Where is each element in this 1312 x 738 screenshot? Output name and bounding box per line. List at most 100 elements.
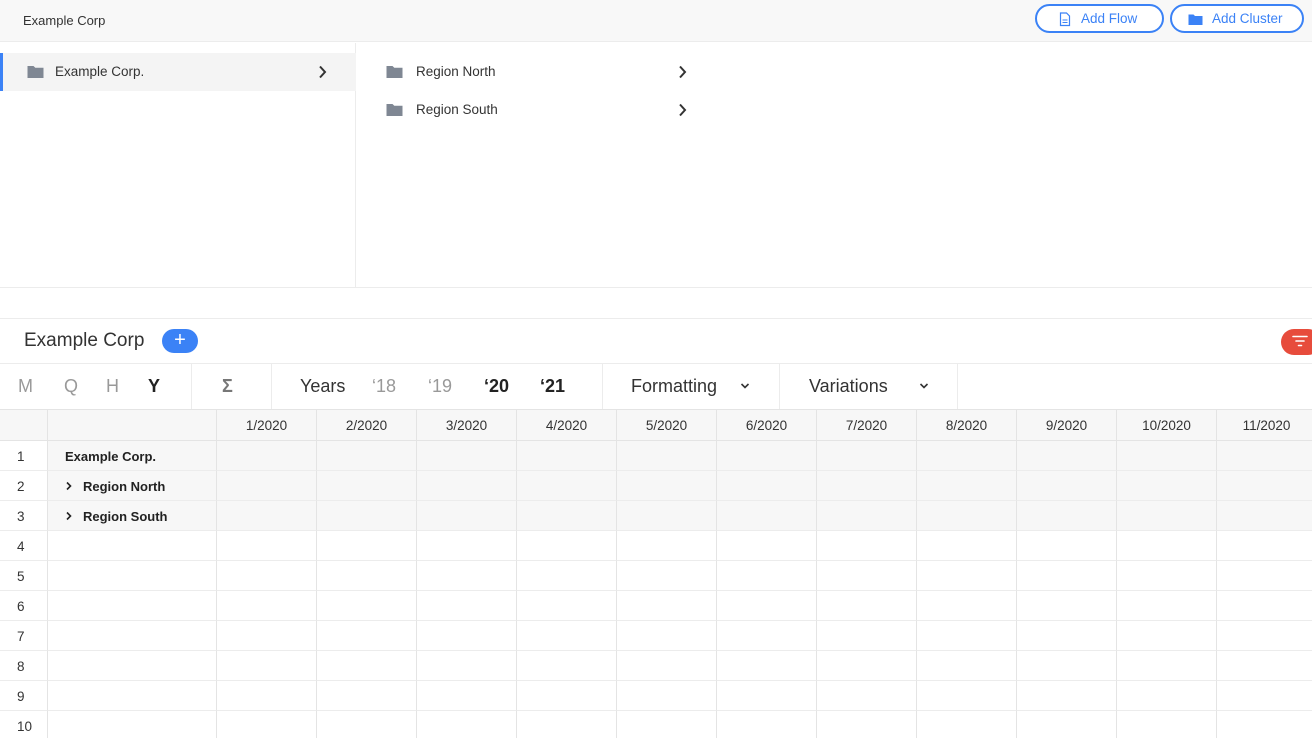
data-cell[interactable] (717, 471, 817, 501)
column-header[interactable]: 4/2020 (517, 410, 617, 441)
data-cell[interactable] (617, 681, 717, 711)
column-header[interactable]: 10/2020 (1117, 410, 1217, 441)
column-header[interactable]: 8/2020 (917, 410, 1017, 441)
row-label-cell[interactable] (48, 561, 217, 591)
data-cell[interactable] (617, 651, 717, 681)
data-cell[interactable] (417, 441, 517, 471)
data-cell[interactable] (717, 651, 817, 681)
add-flow-button[interactable]: Add Flow (1035, 4, 1164, 33)
data-cell[interactable] (617, 441, 717, 471)
data-cell[interactable] (1217, 471, 1312, 501)
data-cell[interactable] (917, 441, 1017, 471)
data-cell[interactable] (617, 591, 717, 621)
data-cell[interactable] (817, 531, 917, 561)
tree-item-region-north[interactable]: Region North (356, 53, 696, 91)
data-cell[interactable] (817, 711, 917, 738)
data-cell[interactable] (917, 531, 1017, 561)
add-row-button[interactable]: + (162, 329, 198, 353)
filter-button[interactable] (1281, 329, 1312, 355)
data-cell[interactable] (617, 711, 717, 738)
row-label-cell[interactable]: Region North (48, 471, 217, 501)
data-cell[interactable] (1217, 681, 1312, 711)
data-cell[interactable] (1117, 471, 1217, 501)
tree-item-example-corp[interactable]: Example Corp. (0, 53, 356, 91)
column-header[interactable]: 2/2020 (317, 410, 417, 441)
row-label-cell[interactable]: Example Corp. (48, 441, 217, 471)
data-cell[interactable] (1217, 621, 1312, 651)
column-header[interactable]: 7/2020 (817, 410, 917, 441)
data-cell[interactable] (1017, 681, 1117, 711)
data-cell[interactable] (617, 471, 717, 501)
data-cell[interactable] (217, 501, 317, 531)
data-cell[interactable] (1117, 561, 1217, 591)
data-cell[interactable] (417, 531, 517, 561)
data-cell[interactable] (517, 441, 617, 471)
tree-item-region-south[interactable]: Region South (356, 91, 696, 129)
data-cell[interactable] (1017, 501, 1117, 531)
data-cell[interactable] (417, 651, 517, 681)
data-cell[interactable] (1217, 711, 1312, 738)
data-cell[interactable] (1117, 501, 1217, 531)
data-cell[interactable] (717, 441, 817, 471)
data-cell[interactable] (317, 531, 417, 561)
row-label-cell[interactable] (48, 681, 217, 711)
data-cell[interactable] (1017, 591, 1117, 621)
data-cell[interactable] (317, 441, 417, 471)
data-cell[interactable] (1117, 531, 1217, 561)
row-label-cell[interactable] (48, 621, 217, 651)
data-cell[interactable] (417, 621, 517, 651)
data-cell[interactable] (817, 441, 917, 471)
year-21[interactable]: ‘21 (540, 376, 565, 397)
data-cell[interactable] (617, 621, 717, 651)
data-cell[interactable] (717, 561, 817, 591)
row-label-cell[interactable] (48, 711, 217, 738)
data-cell[interactable] (717, 711, 817, 738)
data-cell[interactable] (217, 591, 317, 621)
chevron-right-icon[interactable] (65, 511, 73, 521)
data-cell[interactable] (717, 621, 817, 651)
data-cell[interactable] (517, 471, 617, 501)
data-cell[interactable] (817, 471, 917, 501)
data-cell[interactable] (317, 651, 417, 681)
data-cell[interactable] (217, 441, 317, 471)
data-cell[interactable] (217, 711, 317, 738)
data-cell[interactable] (817, 621, 917, 651)
data-cell[interactable] (217, 471, 317, 501)
year-19[interactable]: ‘19 (428, 376, 452, 397)
data-cell[interactable] (917, 471, 1017, 501)
data-cell[interactable] (217, 681, 317, 711)
data-cell[interactable] (917, 561, 1017, 591)
data-cell[interactable] (417, 591, 517, 621)
data-cell[interactable] (1017, 441, 1117, 471)
data-cell[interactable] (617, 561, 717, 591)
granularity-year[interactable]: Y (148, 376, 160, 397)
row-label-cell[interactable]: Region South (48, 501, 217, 531)
column-header[interactable]: 3/2020 (417, 410, 517, 441)
data-cell[interactable] (817, 501, 917, 531)
data-cell[interactable] (717, 591, 817, 621)
data-cell[interactable] (517, 621, 617, 651)
data-cell[interactable] (1017, 651, 1117, 681)
data-cell[interactable] (717, 501, 817, 531)
formatting-dropdown[interactable]: Formatting (603, 364, 780, 409)
data-cell[interactable] (1217, 591, 1312, 621)
granularity-quarter[interactable]: Q (64, 376, 78, 397)
data-cell[interactable] (417, 681, 517, 711)
row-label-cell[interactable] (48, 531, 217, 561)
data-cell[interactable] (917, 651, 1017, 681)
data-cell[interactable] (1017, 621, 1117, 651)
data-cell[interactable] (1017, 561, 1117, 591)
data-cell[interactable] (817, 561, 917, 591)
data-cell[interactable] (1017, 711, 1117, 738)
data-cell[interactable] (1117, 681, 1217, 711)
granularity-half[interactable]: H (106, 376, 119, 397)
data-cell[interactable] (217, 561, 317, 591)
data-cell[interactable] (1117, 621, 1217, 651)
data-cell[interactable] (217, 531, 317, 561)
data-cell[interactable] (817, 591, 917, 621)
add-cluster-button[interactable]: Add Cluster (1170, 4, 1304, 33)
row-label-cell[interactable] (48, 651, 217, 681)
chevron-right-icon[interactable] (65, 481, 73, 491)
data-cell[interactable] (1217, 501, 1312, 531)
data-cell[interactable] (517, 561, 617, 591)
